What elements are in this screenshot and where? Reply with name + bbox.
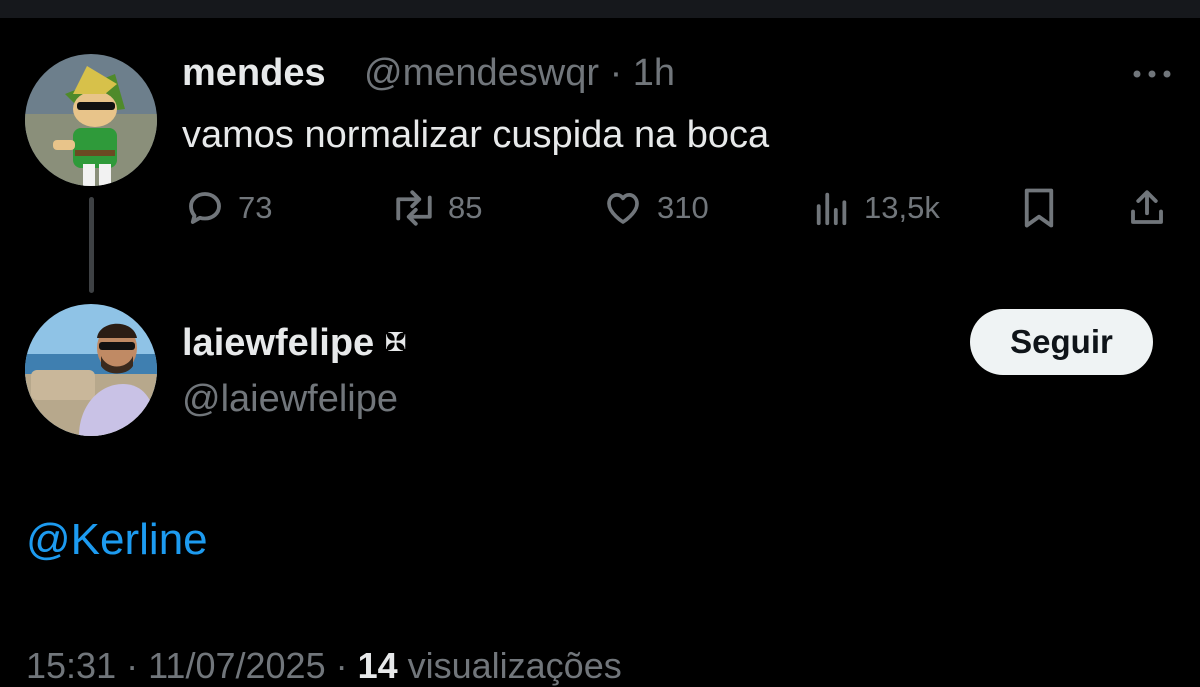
- repost-icon: [388, 187, 440, 229]
- post-timestamp[interactable]: 15:31 · 11/07/2025 ·: [26, 645, 358, 686]
- heart-icon: [601, 187, 645, 229]
- mention-link[interactable]: @Kerline: [26, 515, 208, 565]
- post-time[interactable]: 1h: [633, 52, 675, 94]
- author-handle[interactable]: @mendeswqr: [364, 52, 599, 94]
- views-button[interactable]: 13,5k: [812, 186, 940, 230]
- reply-author-name-group[interactable]: laiewfelipe ✠: [182, 322, 407, 365]
- like-count: 310: [657, 190, 709, 225]
- post-views-count: 14: [357, 645, 398, 686]
- more-options-button[interactable]: [1130, 60, 1174, 88]
- bookmark-button[interactable]: [1020, 186, 1058, 230]
- repost-button[interactable]: 85: [388, 186, 482, 230]
- post-views-label: visualizações: [397, 645, 622, 686]
- more-dots-icon: [1133, 70, 1171, 78]
- top-bar: [0, 0, 1200, 18]
- thread-connector-line: [89, 197, 94, 293]
- reply-author-handle[interactable]: @laiewfelipe: [182, 378, 398, 421]
- share-button[interactable]: [1126, 186, 1168, 230]
- bookmark-icon: [1020, 187, 1058, 229]
- cross-badge-icon: ✠: [384, 327, 407, 357]
- analytics-icon: [812, 189, 852, 227]
- meta-separator: ·: [609, 52, 623, 94]
- share-icon: [1126, 187, 1168, 229]
- like-button[interactable]: 310: [601, 186, 709, 230]
- author-meta: @mendeswqr · 1h: [364, 52, 675, 95]
- avatar-laiewfelipe[interactable]: [25, 304, 157, 436]
- reply-button[interactable]: 73: [184, 186, 272, 230]
- repost-count: 85: [448, 190, 483, 225]
- reply-author-name[interactable]: laiewfelipe: [182, 322, 374, 364]
- author-name[interactable]: mendes: [182, 52, 326, 95]
- post-meta: 15:31 · 11/07/2025 · 14 visualizações: [26, 645, 622, 687]
- follow-button[interactable]: Seguir: [970, 309, 1153, 375]
- avatar-mendes[interactable]: [25, 54, 157, 186]
- post-text: vamos normalizar cuspida na boca: [182, 114, 770, 156]
- reply-count: 73: [238, 190, 273, 225]
- views-count: 13,5k: [864, 190, 940, 225]
- reply-icon: [184, 187, 226, 229]
